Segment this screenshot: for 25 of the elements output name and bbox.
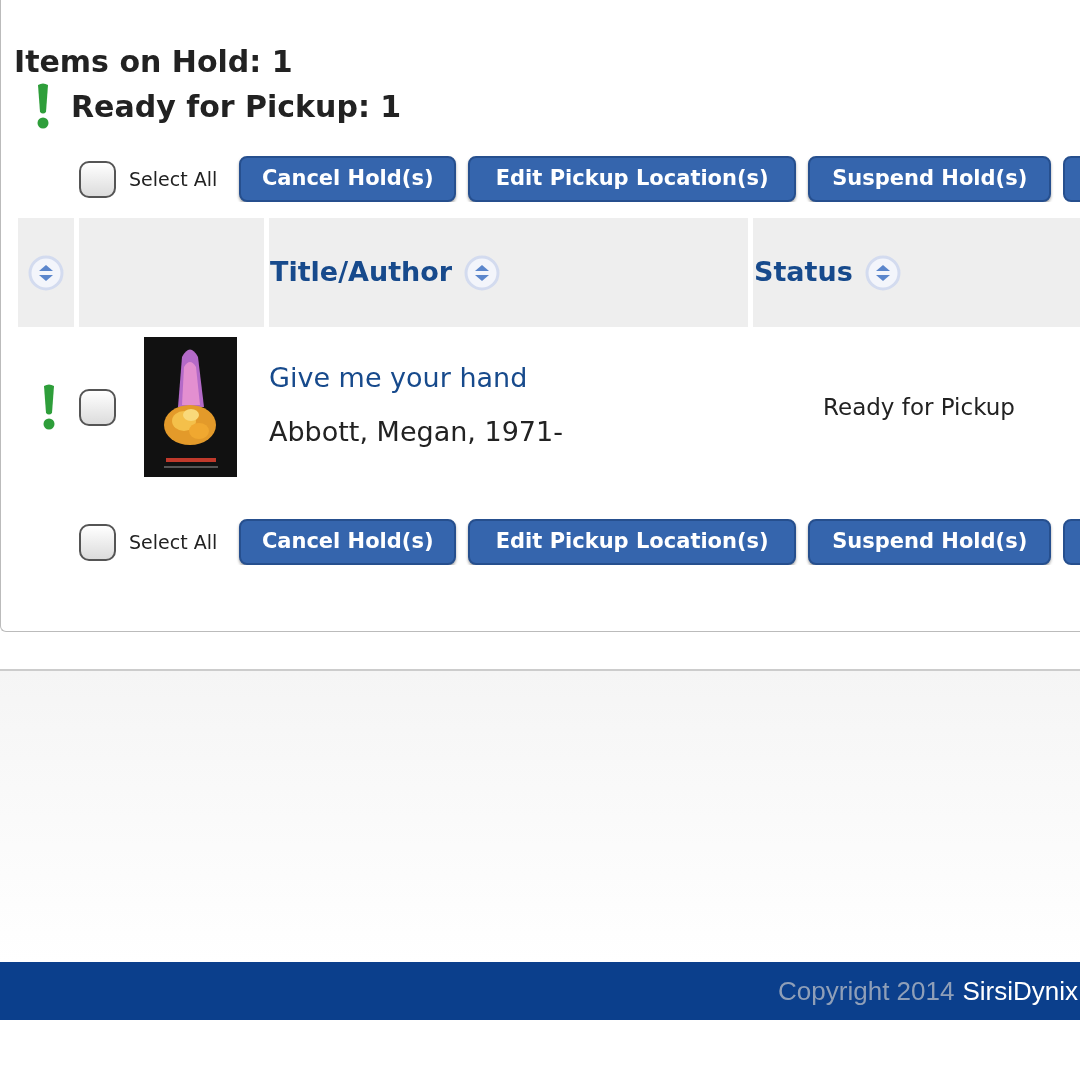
action-button[interactable]: Suspend Hold(s) [808,519,1052,565]
action-button[interactable]: Edit Pickup Location(s) [468,519,797,565]
column-header[interactable]: Status [754,252,853,293]
copyright-text: Copyright 2014 [778,974,955,1008]
sort-icon[interactable] [28,254,64,291]
column-header[interactable]: Title/Author [270,252,453,293]
checkbox[interactable] [79,523,116,561]
author-text: Abbott, Megan, 1971- [269,415,563,449]
select-all-label: Select All [129,166,218,192]
action-button[interactable]: Cancel Hold(s) [239,519,457,565]
summary-heading: Items on Hold: 1 [14,44,294,80]
summary-heading: Ready for Pickup: 1 [71,87,402,126]
action-button[interactable]: Suspend Hold(s) [808,156,1052,202]
footer-link[interactable]: SirsiDynix [962,971,1078,1011]
action-button[interactable] [1063,519,1080,565]
checkbox[interactable] [79,388,116,426]
checkbox[interactable] [79,160,116,198]
action-button[interactable]: Cancel Hold(s) [239,156,457,202]
action-button[interactable] [1063,156,1080,202]
sort-icon[interactable] [464,254,501,291]
select-all-label: Select All [129,529,218,555]
title-link[interactable]: Give me your hand [269,357,528,398]
action-button[interactable]: Edit Pickup Location(s) [468,156,797,202]
status-text: Ready for Pickup [823,392,1015,422]
sort-icon[interactable] [864,254,901,291]
